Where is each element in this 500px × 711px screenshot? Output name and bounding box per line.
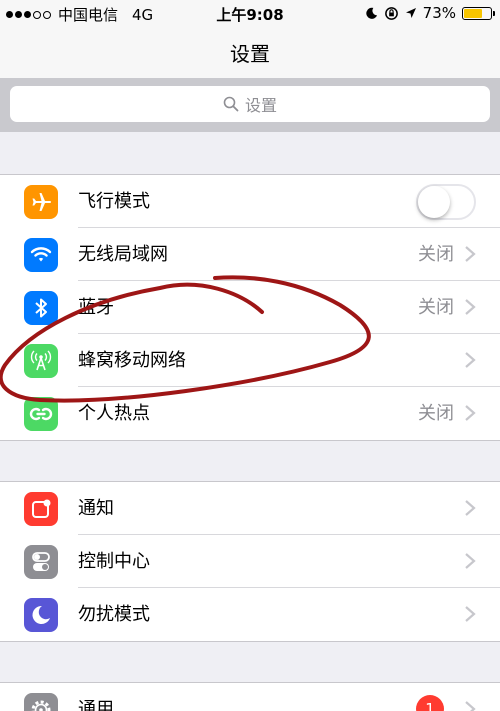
row-notifications[interactable]: 通知 — [0, 482, 500, 535]
row-value: 关闭 — [418, 244, 454, 265]
status-bar: 中国电信 4G 上午9:08 73% — [0, 0, 500, 26]
row-wifi[interactable]: 无线局域网 关闭 — [0, 228, 500, 281]
row-label: 个人热点 — [78, 403, 150, 424]
chevron-right-icon — [465, 701, 476, 711]
row-airplane-mode: 飞行模式 — [0, 175, 500, 228]
status-right: 73% — [365, 4, 495, 22]
row-label: 无线局域网 — [78, 244, 168, 265]
notifications-icon — [24, 492, 58, 526]
row-label: 勿扰模式 — [78, 604, 150, 625]
row-do-not-disturb[interactable]: 勿扰模式 — [0, 588, 500, 641]
row-value: 关闭 — [418, 297, 454, 318]
row-bluetooth[interactable]: 蓝牙 关闭 — [0, 281, 500, 334]
battery-percent: 73% — [422, 4, 456, 22]
page-title: 设置 — [230, 42, 270, 66]
chevron-right-icon — [465, 500, 476, 516]
chevron-right-icon — [465, 606, 476, 622]
airplane-mode-toggle[interactable] — [416, 184, 476, 220]
row-label: 控制中心 — [78, 551, 150, 572]
row-general[interactable]: 通用 1 — [0, 683, 500, 711]
control-center-icon — [24, 545, 58, 579]
do-not-disturb-icon — [24, 598, 58, 632]
rotation-lock-icon — [384, 6, 398, 20]
row-label: 通知 — [78, 498, 114, 519]
top-bar: 中国电信 4G 上午9:08 73% 设置 设置 — [0, 0, 500, 132]
row-label: 蜂窝移动网络 — [78, 350, 186, 371]
hotspot-icon — [24, 397, 58, 431]
row-cellular[interactable]: 蜂窝移动网络 — [0, 334, 500, 387]
general-gear-icon — [24, 693, 58, 711]
chevron-right-icon — [465, 405, 476, 421]
search-icon — [223, 96, 239, 112]
settings-group-system: 通知 控制中心 勿扰模式 — [0, 481, 500, 642]
row-label: 通用 — [78, 699, 114, 711]
airplane-icon — [24, 185, 58, 219]
search-bar-area: 设置 — [0, 78, 500, 132]
chevron-right-icon — [465, 246, 476, 262]
settings-group-general: 通用 1 — [0, 682, 500, 711]
battery-icon — [462, 6, 495, 20]
location-arrow-icon — [405, 8, 416, 18]
search-input[interactable]: 设置 — [10, 86, 490, 122]
update-badge: 1 — [416, 695, 444, 711]
row-personal-hotspot[interactable]: 个人热点 关闭 — [0, 387, 500, 440]
row-value: 关闭 — [418, 403, 454, 424]
chevron-right-icon — [465, 352, 476, 368]
row-control-center[interactable]: 控制中心 — [0, 535, 500, 588]
settings-group-connectivity: 飞行模式 无线局域网 关闭 蓝牙 关闭 蜂窝移动网络 个人热点 关闭 — [0, 174, 500, 441]
chevron-right-icon — [465, 553, 476, 569]
moon-icon — [365, 7, 377, 19]
row-label: 飞行模式 — [78, 191, 150, 212]
chevron-right-icon — [465, 299, 476, 315]
wifi-icon — [24, 238, 58, 272]
settings-screen: 中国电信 4G 上午9:08 73% 设置 设置 飞行模式 无线局域网 关闭 蓝… — [0, 0, 500, 711]
cellular-icon — [24, 344, 58, 378]
bluetooth-icon — [24, 291, 58, 325]
row-label: 蓝牙 — [78, 297, 114, 318]
search-placeholder: 设置 — [244, 96, 277, 115]
